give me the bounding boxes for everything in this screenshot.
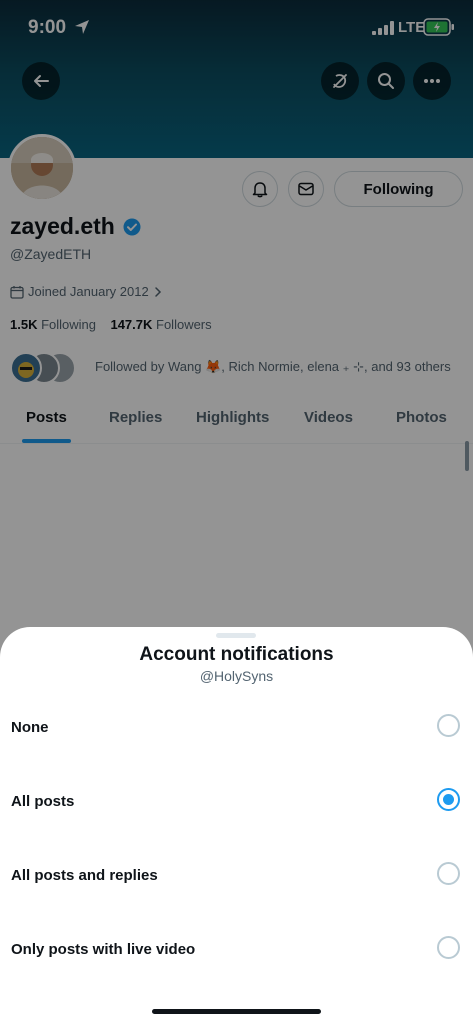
sheet-title: Account notifications xyxy=(139,644,334,665)
radio-all-posts[interactable] xyxy=(437,788,460,811)
account-notifications-sheet: Account notifications @HolySyns None All… xyxy=(0,627,473,1024)
option-all-posts[interactable]: All posts xyxy=(0,773,473,833)
sheet-grabber[interactable] xyxy=(216,633,256,638)
radio-live-video[interactable] xyxy=(437,936,460,959)
home-indicator[interactable] xyxy=(152,1009,321,1014)
option-label: All posts xyxy=(11,793,75,810)
option-none[interactable]: None xyxy=(0,699,473,759)
option-label: All posts and replies xyxy=(11,867,158,884)
sheet-subtitle: @HolySyns xyxy=(199,668,274,684)
option-label: Only posts with live video xyxy=(11,941,196,958)
option-all-posts-and-replies[interactable]: All posts and replies xyxy=(0,847,473,907)
radio-all-posts-and-replies[interactable] xyxy=(437,862,460,885)
option-label: None xyxy=(11,719,49,736)
option-live-video[interactable]: Only posts with live video xyxy=(0,921,473,981)
radio-none[interactable] xyxy=(437,714,460,737)
